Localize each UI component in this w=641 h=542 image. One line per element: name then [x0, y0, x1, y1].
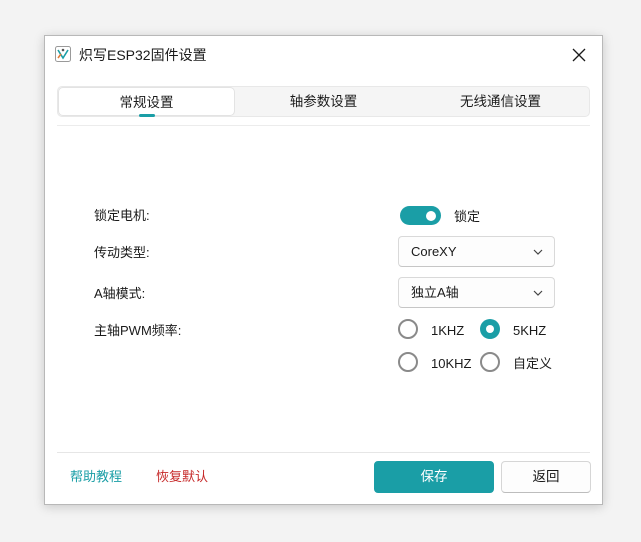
radio-dot: [486, 325, 494, 333]
pwm-custom-radio[interactable]: [480, 352, 500, 372]
footer-divider: [57, 452, 590, 453]
transmission-type-label: 传动类型:: [94, 245, 150, 260]
chevron-down-icon: [533, 249, 543, 255]
help-tutorial-link[interactable]: 帮助教程: [70, 469, 122, 485]
tab-axis-params[interactable]: 轴参数设置: [235, 87, 412, 116]
tab-wireless-label: 无线通信设置: [460, 94, 541, 109]
lock-motor-label: 锁定电机:: [94, 208, 150, 223]
tab-divider: [57, 125, 590, 126]
a-axis-mode-label: A轴模式:: [94, 286, 146, 301]
pwm-1khz-label[interactable]: 1KHZ: [431, 323, 464, 339]
transmission-type-select[interactable]: CoreXY: [398, 236, 555, 267]
transmission-type-value: CoreXY: [411, 244, 457, 259]
tab-general[interactable]: 常规设置: [58, 87, 235, 117]
spindle-pwm-label: 主轴PWM频率:: [94, 323, 182, 338]
back-button[interactable]: 返回: [501, 461, 591, 493]
tab-wireless[interactable]: 无线通信设置: [412, 87, 589, 116]
a-axis-mode-select[interactable]: 独立A轴: [398, 277, 555, 308]
app-logo-icon: [55, 46, 71, 62]
pwm-1khz-radio[interactable]: [398, 319, 418, 339]
pwm-10khz-radio[interactable]: [398, 352, 418, 372]
save-button[interactable]: 保存: [374, 461, 494, 493]
tab-axis-params-label: 轴参数设置: [289, 94, 358, 109]
chevron-down-icon: [533, 290, 543, 296]
window-title: 炽写ESP32固件设置: [79, 47, 207, 63]
tab-general-label: 常规设置: [119, 95, 174, 110]
pwm-10khz-label[interactable]: 10KHZ: [431, 356, 471, 372]
a-axis-mode-value: 独立A轴: [411, 285, 459, 300]
lock-motor-toggle[interactable]: [400, 206, 441, 225]
restore-defaults-link[interactable]: 恢复默认: [156, 469, 208, 485]
active-tab-indicator: [139, 114, 155, 117]
tab-bar: 常规设置 轴参数设置 无线通信设置: [57, 86, 590, 117]
pwm-5khz-label[interactable]: 5KHZ: [513, 323, 546, 339]
close-button[interactable]: [564, 40, 594, 70]
pwm-5khz-radio[interactable]: [480, 319, 500, 339]
settings-dialog: 炽写ESP32固件设置 常规设置 轴参数设置 无线通信设置 锁定电机: 锁定 传…: [44, 35, 603, 505]
close-icon: [572, 48, 586, 62]
lock-motor-state: 锁定: [454, 209, 481, 224]
toggle-knob: [426, 210, 436, 221]
title-bar: 炽写ESP32固件设置: [45, 36, 602, 74]
pwm-custom-label[interactable]: 自定义: [513, 356, 552, 372]
